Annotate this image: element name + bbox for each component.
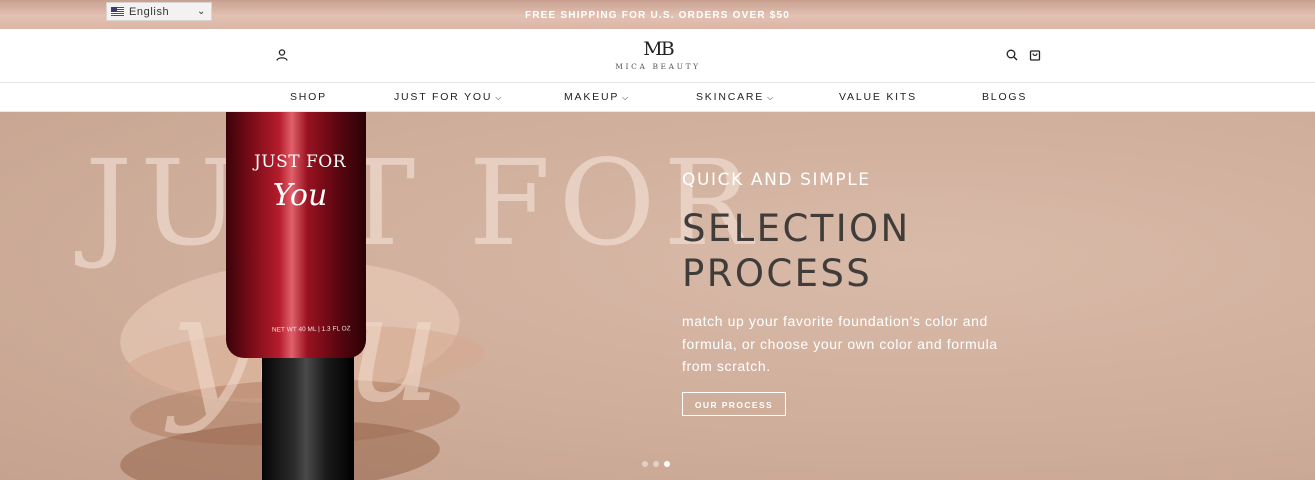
search-icon[interactable]: [1005, 48, 1019, 62]
chevron-down-icon: ⌄: [197, 6, 206, 17]
nav-item-label: SHOP: [290, 91, 327, 103]
chevron-down-icon: ⌵: [495, 93, 504, 102]
product-script: You: [272, 178, 328, 213]
nav-item-makeup[interactable]: MAKEUP ⌵: [564, 91, 630, 103]
user-icon[interactable]: [275, 48, 289, 62]
hero-headline: SELECTION PROCESS: [682, 206, 1002, 296]
main-nav: SHOP JUST FOR YOU ⌵ MAKEUP ⌵ SKINCARE ⌵ VAL…: [0, 83, 1315, 112]
logo-wordmark: MICA BEAUTY: [615, 62, 701, 71]
nav-item-label: BLOGS: [982, 91, 1028, 103]
nav-item-just-for-you[interactable]: JUST FOR YOU ⌵: [394, 91, 503, 103]
backdrop-text: JUST FOR: [85, 134, 761, 272]
tube-cap: [262, 346, 354, 480]
site-header: MB MICA BEAUTY: [0, 29, 1315, 83]
hero-body-text: match up your favorite foundation's colo…: [682, 313, 998, 374]
announcement-text: FREE SHIPPING FOR U.S. ORDERS OVER $50: [524, 10, 791, 21]
hero-copy: QUICK AND SIMPLE SELECTION PROCESS match…: [682, 170, 1002, 416]
slider-dot[interactable]: [642, 461, 648, 467]
product-title: JUST FOR: [253, 152, 347, 172]
cart-icon[interactable]: [1028, 48, 1042, 62]
chevron-down-icon: ⌵: [767, 93, 775, 102]
us-flag-icon: [111, 7, 124, 16]
headline-line: PROCESS: [682, 252, 873, 295]
chevron-down-icon: ⌵: [622, 93, 631, 102]
nav-item-label: MAKEUP: [564, 91, 620, 103]
language-label: English: [129, 5, 170, 18]
logo[interactable]: MB MICA BEAUTY: [598, 39, 718, 71]
slider-dots: [642, 461, 670, 467]
hero-kicker: QUICK AND SIMPLE: [682, 170, 871, 190]
nav-item-label: VALUE KITS: [839, 91, 917, 103]
nav-item-label: SKINCARE: [696, 91, 765, 103]
nav-item-blogs[interactable]: BLOGS: [982, 91, 1027, 103]
product-tube-image: JUST FOR You NET WT 40 ML | 1.3 FL OZ: [226, 112, 366, 480]
headline-line: SELECTION: [682, 207, 911, 250]
hero-banner[interactable]: JUST FOR you JUST FOR You NET WT 40 ML |…: [0, 112, 1315, 480]
slider-dot[interactable]: [653, 461, 659, 467]
our-process-button[interactable]: OUR PROCESS: [682, 391, 786, 416]
nav-item-skincare[interactable]: SKINCARE ⌵: [696, 91, 775, 103]
logo-mark: MB: [643, 38, 674, 60]
slider-dot-active[interactable]: [664, 461, 670, 467]
tube-body: [226, 112, 366, 358]
language-selector[interactable]: English ⌄: [106, 2, 212, 21]
product-net-weight: NET WT 40 ML | 1.3 FL OZ: [271, 325, 351, 334]
nav-item-value-kits[interactable]: VALUE KITS: [839, 91, 917, 103]
nav-item-shop[interactable]: SHOP: [290, 91, 327, 103]
nav-item-label: JUST FOR YOU: [394, 91, 493, 103]
